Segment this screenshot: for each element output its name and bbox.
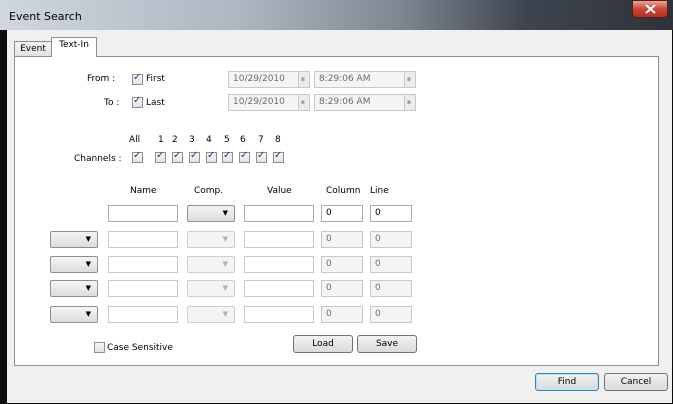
condition-line-input[interactable]: 0 xyxy=(370,205,412,222)
condition-name-input[interactable] xyxy=(108,256,178,273)
to-label: To : xyxy=(104,98,120,108)
to-time-value: 8:29:06 AM xyxy=(319,97,371,107)
condition-column-input[interactable]: 0 xyxy=(321,256,363,273)
from-time-field[interactable]: 8:29:06 AM xyxy=(314,71,416,88)
cancel-button[interactable]: Cancel xyxy=(604,373,668,391)
condition-column-value: 0 xyxy=(326,283,332,293)
column-header-line: Line xyxy=(370,186,389,196)
condition-value-input[interactable] xyxy=(244,256,314,273)
channel-checkbox-all[interactable] xyxy=(132,150,143,163)
find-button[interactable]: Find xyxy=(535,373,599,391)
load-button[interactable]: Load xyxy=(293,335,353,353)
to-date-value: 10/29/2010 xyxy=(233,97,285,107)
close-button[interactable] xyxy=(632,0,668,18)
condition-column-input[interactable]: 0 xyxy=(321,205,363,222)
channel-header-6: 6 xyxy=(240,135,246,145)
from-time-spinner[interactable] xyxy=(404,72,415,87)
condition-line-value: 0 xyxy=(375,309,381,319)
condition-line-input[interactable]: 0 xyxy=(370,306,412,323)
condition-value-input[interactable] xyxy=(244,231,314,248)
channel-checkbox-3[interactable] xyxy=(189,150,200,163)
title-bar[interactable]: Event Search xyxy=(0,0,673,30)
condition-column-value: 0 xyxy=(326,208,332,218)
condition-column-input[interactable]: 0 xyxy=(321,280,363,297)
tab-text-in[interactable]: Text-In xyxy=(51,37,97,57)
condition-comp-select[interactable] xyxy=(187,231,235,248)
condition-value-input[interactable] xyxy=(244,205,314,222)
to-time-spinner[interactable] xyxy=(404,95,415,110)
channel-header-4: 4 xyxy=(206,135,212,145)
save-button-label: Save xyxy=(375,339,399,349)
from-date-spinner[interactable] xyxy=(298,72,309,87)
to-date-spinner[interactable] xyxy=(298,95,309,110)
column-header-name: Name xyxy=(130,186,157,196)
condition-comp-select[interactable] xyxy=(187,256,235,273)
column-header-value: Value xyxy=(267,186,292,196)
condition-column-value: 0 xyxy=(326,234,332,244)
condition-line-value: 0 xyxy=(375,283,381,293)
load-button-label: Load xyxy=(312,339,334,349)
condition-line-input[interactable]: 0 xyxy=(370,256,412,273)
channel-checkbox-4[interactable] xyxy=(206,150,217,163)
condition-line-value: 0 xyxy=(375,234,381,244)
column-header-comp: Comp. xyxy=(194,186,224,196)
channel-header-7: 7 xyxy=(258,135,264,145)
condition-line-value: 0 xyxy=(375,208,381,218)
last-label: Last xyxy=(146,98,165,108)
condition-line-value: 0 xyxy=(375,259,381,269)
condition-line-input[interactable]: 0 xyxy=(370,280,412,297)
case-sensitive-checkbox[interactable] xyxy=(94,342,105,353)
from-date-field[interactable]: 10/29/2010 xyxy=(228,71,310,88)
save-button[interactable]: Save xyxy=(357,335,417,353)
condition-operator-select[interactable] xyxy=(50,256,98,273)
condition-column-input[interactable]: 0 xyxy=(321,306,363,323)
close-icon xyxy=(645,4,656,14)
channel-checkbox-2[interactable] xyxy=(172,150,183,163)
channel-checkbox-1[interactable] xyxy=(155,150,166,163)
condition-column-value: 0 xyxy=(326,259,332,269)
to-time-field[interactable]: 8:29:06 AM xyxy=(314,94,416,111)
condition-line-input[interactable]: 0 xyxy=(370,231,412,248)
from-label: From : xyxy=(87,74,116,84)
cancel-button-label: Cancel xyxy=(620,377,652,387)
channel-header-8: 8 xyxy=(275,135,281,145)
condition-name-input[interactable] xyxy=(108,205,178,222)
channel-checkbox-5[interactable] xyxy=(222,150,233,163)
channel-header-2: 2 xyxy=(172,135,178,145)
first-checkbox[interactable] xyxy=(132,72,143,85)
tab-event-label: Event xyxy=(20,44,46,54)
from-date-value: 10/29/2010 xyxy=(233,74,285,84)
tab-text-in-label: Text-In xyxy=(59,40,89,50)
window-title: Event Search xyxy=(9,10,82,23)
condition-name-input[interactable] xyxy=(108,306,178,323)
channels-label: Channels : xyxy=(74,154,122,164)
condition-name-input[interactable] xyxy=(108,231,178,248)
condition-column-input[interactable]: 0 xyxy=(321,231,363,248)
condition-comp-select[interactable] xyxy=(187,306,235,323)
column-header-column: Column xyxy=(326,186,361,196)
find-button-label: Find xyxy=(557,377,577,387)
channel-header-1: 1 xyxy=(158,135,164,145)
condition-column-value: 0 xyxy=(326,309,332,319)
condition-operator-select[interactable] xyxy=(50,306,98,323)
case-sensitive-label: Case Sensitive xyxy=(107,343,173,353)
to-date-field[interactable]: 10/29/2010 xyxy=(228,94,310,111)
condition-operator-select[interactable] xyxy=(50,231,98,248)
channel-header-all: All xyxy=(129,135,141,145)
last-checkbox[interactable] xyxy=(132,95,143,108)
condition-comp-select[interactable] xyxy=(187,205,235,222)
tab-event[interactable]: Event xyxy=(14,41,52,56)
condition-value-input[interactable] xyxy=(244,280,314,297)
channel-checkbox-7[interactable] xyxy=(256,150,267,163)
channel-checkbox-6[interactable] xyxy=(239,150,250,163)
condition-value-input[interactable] xyxy=(244,306,314,323)
condition-name-input[interactable] xyxy=(108,280,178,297)
from-time-value: 8:29:06 AM xyxy=(319,74,371,84)
channel-checkbox-8[interactable] xyxy=(273,150,284,163)
channel-header-5: 5 xyxy=(224,135,230,145)
condition-operator-select[interactable] xyxy=(50,280,98,297)
condition-comp-select[interactable] xyxy=(187,280,235,297)
channel-header-3: 3 xyxy=(189,135,195,145)
first-label: First xyxy=(146,74,165,84)
